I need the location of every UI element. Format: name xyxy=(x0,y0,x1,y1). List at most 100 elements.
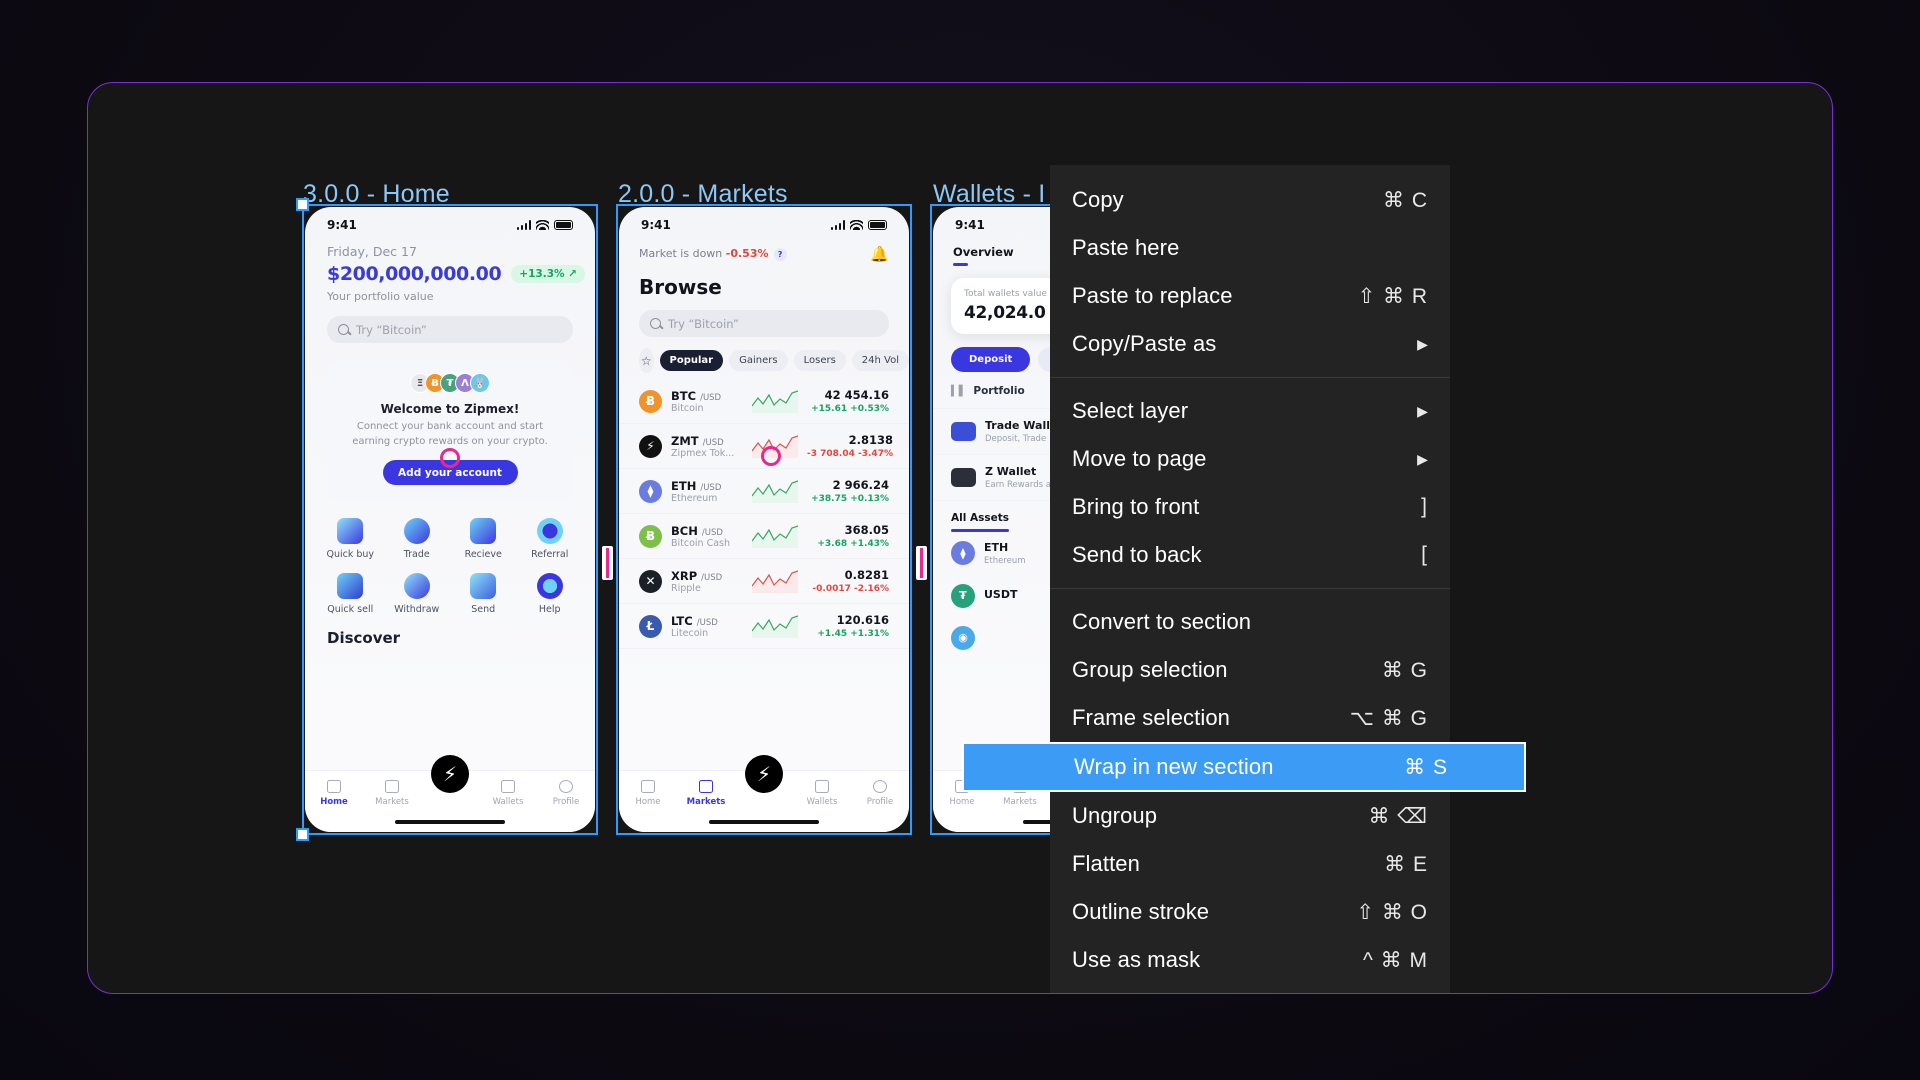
market-status-value: -0.53% xyxy=(725,247,769,261)
action-label: Quick sell xyxy=(327,604,374,615)
menu-item-frame-selection[interactable]: Frame selection ⌥ ⌘ G xyxy=(1050,694,1450,742)
coin-name: Bitcoin xyxy=(671,402,704,414)
referral-icon xyxy=(536,518,563,544)
action-quick-buy[interactable]: Quick buy xyxy=(317,518,384,560)
menu-item-flatten[interactable]: Flatten ⌘ E xyxy=(1050,840,1450,888)
menu-label: Move to page xyxy=(1072,446,1207,471)
zipmex-fab-button[interactable]: ⚡ xyxy=(745,755,783,793)
home-indicator xyxy=(395,820,505,824)
menu-item-wrap-in-new-section[interactable]: Wrap in new section ⌘ S xyxy=(962,742,1526,792)
tab-home[interactable]: Home xyxy=(305,780,363,807)
action-recieve[interactable]: Recieve xyxy=(450,518,517,560)
tab-home[interactable]: Home xyxy=(619,780,677,807)
trade-wallet-icon xyxy=(951,422,976,441)
usdt-coin-icon: ₮ xyxy=(951,583,975,608)
withdraw-icon xyxy=(403,573,430,599)
markets-icon xyxy=(385,780,399,793)
action-quick-sell[interactable]: Quick sell xyxy=(317,573,384,615)
asset-symbol: USDT xyxy=(984,588,1018,601)
menu-label: Copy/Paste as xyxy=(1072,331,1217,356)
add-account-button[interactable]: Add your account xyxy=(382,448,518,485)
ltc-coin-icon: Ł xyxy=(639,614,662,638)
action-label: Withdraw xyxy=(394,604,440,615)
coin-row-eth[interactable]: ⧫ ETH /USD Ethereum 2 966.24 +38.75 +0.1… xyxy=(619,469,909,514)
frame-label-markets[interactable]: 2.0.0 - Markets xyxy=(618,180,788,209)
status-bar: 9:41 xyxy=(619,207,909,236)
frame-label-home[interactable]: 3.0.0 - Home xyxy=(303,180,450,209)
chip-popular[interactable]: Popular xyxy=(659,350,724,371)
tab-wallets[interactable]: Wallets xyxy=(479,780,537,807)
chip-24h-vol[interactable]: 24h Vol xyxy=(851,350,909,371)
menu-label: Paste to replace xyxy=(1072,283,1233,308)
action-help[interactable]: Help xyxy=(517,573,584,615)
menu-item-paste-here[interactable]: Paste here xyxy=(1050,224,1450,272)
menu-shortcut: ⌥ ⌘ G xyxy=(1349,706,1428,730)
frame-gap-marker-1[interactable] xyxy=(602,546,613,580)
action-label: Send xyxy=(471,604,496,615)
bolt-icon: ⚡ xyxy=(442,762,458,786)
menu-item-select-layer[interactable]: Select layer ▶ xyxy=(1050,387,1450,435)
tab-label: Markets xyxy=(375,797,409,807)
frame-label-wallets[interactable]: Wallets - I xyxy=(933,180,1045,209)
chart-icon: ▍▌ xyxy=(951,385,967,397)
menu-item-move-to-page[interactable]: Move to page ▶ xyxy=(1050,435,1450,483)
artboard-home[interactable]: 9:41 Friday, Dec 17 $200,000,000.00 +13.… xyxy=(296,198,598,841)
resize-handle-top-left[interactable] xyxy=(296,198,309,211)
menu-item-bring-to-front[interactable]: Bring to front ] xyxy=(1050,483,1450,531)
action-trade[interactable]: Trade xyxy=(384,518,451,560)
markets-filter-chips: ☆ Popular Gainers Losers 24h Vol xyxy=(619,337,909,373)
zmt-coin-icon: ⚡ xyxy=(639,434,662,458)
coin-price: 2 966.24 xyxy=(832,478,889,492)
coin-row-ltc[interactable]: Ł LTC /USD Litecoin 120.616 +1.45 +1.31% xyxy=(619,604,909,649)
menu-item-copy-paste-as[interactable]: Copy/Paste as ▶ xyxy=(1050,320,1450,368)
action-referral[interactable]: Referral xyxy=(517,518,584,560)
coin-name: Ripple xyxy=(671,582,701,594)
home-search-input[interactable]: Try “Bitcoin” xyxy=(327,316,573,343)
menu-item-outline-stroke[interactable]: Outline stroke ⇧ ⌘ O xyxy=(1050,888,1450,936)
sparkline-up xyxy=(752,480,798,503)
action-label: Recieve xyxy=(464,549,502,560)
wallet-subtitle: Earn Rewards a xyxy=(985,480,1052,490)
action-send[interactable]: Send xyxy=(450,573,517,615)
tab-label: Markets xyxy=(1003,797,1037,807)
cursor-ring-marker xyxy=(440,448,460,468)
notification-bell-icon[interactable]: 🔔 xyxy=(870,245,889,263)
help-badge-icon[interactable]: ? xyxy=(773,247,787,261)
chip-gainers[interactable]: Gainers xyxy=(729,350,788,371)
search-icon xyxy=(650,318,661,329)
chip-losers[interactable]: Losers xyxy=(793,350,846,371)
menu-item-paste-to-replace[interactable]: Paste to replace ⇧ ⌘ R xyxy=(1050,272,1450,320)
z-wallet-icon xyxy=(951,468,976,487)
zipmex-fab-button[interactable]: ⚡ xyxy=(431,755,469,793)
coin-row-xrp[interactable]: ✕ XRP /USD Ripple 0.8281 -0.0017 -2.16% xyxy=(619,559,909,604)
menu-item-convert-to-section[interactable]: Convert to section xyxy=(1050,598,1450,646)
favorites-star-icon[interactable]: ☆ xyxy=(639,348,654,373)
cellular-signal-icon xyxy=(516,220,531,230)
menu-item-send-to-back[interactable]: Send to back [ xyxy=(1050,531,1450,579)
context-menu[interactable]: Copy ⌘ C Paste here Paste to replace ⇧ ⌘… xyxy=(962,165,1526,993)
coin-row-bch[interactable]: Ƀ BCH /USD Bitcoin Cash 368.05 +3.68 +1.… xyxy=(619,514,909,559)
tab-profile[interactable]: Profile xyxy=(851,780,909,807)
tab-markets[interactable]: Markets xyxy=(677,780,735,807)
tab-profile[interactable]: Profile xyxy=(537,780,595,807)
menu-item-group-selection[interactable]: Group selection ⌘ G xyxy=(1050,646,1450,694)
coin-row-zmt[interactable]: ⚡ ZMT /USD Zipmex Tok... 2.8138 -3 708.0… xyxy=(619,424,909,469)
coin-row-btc[interactable]: Ƀ BTC /USD Bitcoin 42 454.16 +15.61 +0.5… xyxy=(619,379,909,424)
chevron-right-icon: ▶ xyxy=(1417,402,1428,419)
tab-label: Wallets xyxy=(492,797,524,807)
tab-wallets[interactable]: Wallets xyxy=(793,780,851,807)
frame-gap-marker-2[interactable] xyxy=(916,546,927,580)
menu-item-use-as-mask[interactable]: Use as mask ^ ⌘ M xyxy=(1050,936,1450,984)
menu-label: Outline stroke xyxy=(1072,899,1210,924)
tab-markets[interactable]: Markets xyxy=(363,780,421,807)
menu-item-ungroup[interactable]: Ungroup ⌘ ⌫ xyxy=(1050,792,1450,840)
markets-search-input[interactable]: Try “Bitcoin” xyxy=(639,310,889,337)
deposit-button[interactable]: Deposit xyxy=(951,347,1031,372)
quick-actions-grid: Quick buy Trade Recieve Referral Quick s… xyxy=(305,501,595,615)
partial-coin-icon: ◉ xyxy=(951,625,975,650)
help-icon xyxy=(536,573,563,599)
menu-item-copy[interactable]: Copy ⌘ C xyxy=(1050,176,1450,224)
artboard-markets[interactable]: 9:41 Market is down -0.53%? 🔔 Browse Try… xyxy=(616,204,912,835)
action-withdraw[interactable]: Withdraw xyxy=(384,573,451,615)
market-status: Market is down -0.53%? xyxy=(639,247,787,261)
